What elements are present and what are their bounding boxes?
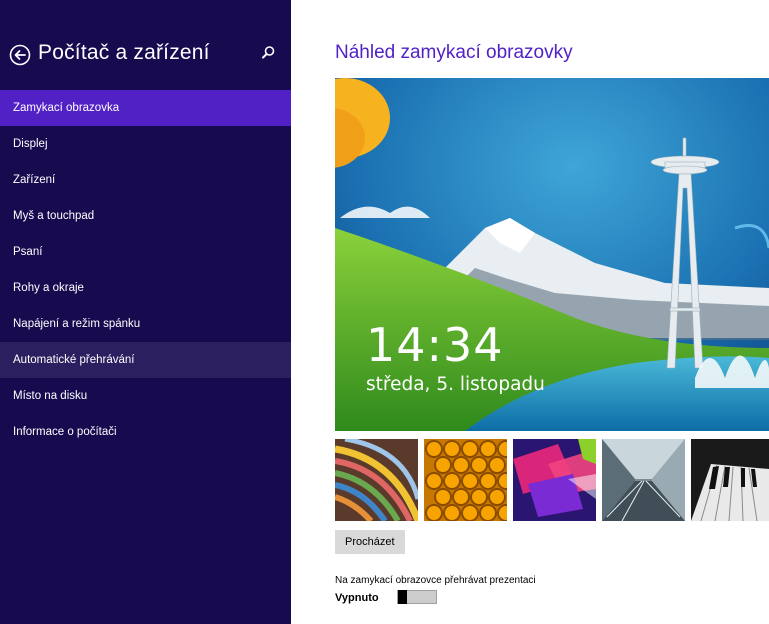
sidebar-header: Počítač a zařízení — [0, 40, 291, 74]
toggle-thumb[interactable] — [398, 590, 407, 604]
sidebar-item-devices[interactable]: Zařízení — [0, 162, 291, 198]
sidebar-item-power-sleep[interactable]: Napájení a režim spánku — [0, 306, 291, 342]
slideshow-toggle-state: Vypnuto — [335, 592, 379, 604]
browse-button[interactable]: Procházet — [335, 530, 405, 554]
lock-screen-preview: 14:34 středa, 5. listopadu — [335, 78, 769, 431]
thumbnail-honeycomb[interactable] — [424, 439, 507, 521]
slideshow-toggle[interactable] — [397, 590, 437, 604]
page-title: Náhled zamykací obrazovky — [335, 42, 573, 63]
back-arrow-icon[interactable] — [9, 44, 31, 66]
thumbnail-piano[interactable] — [691, 439, 769, 521]
sidebar-item-disk-space[interactable]: Místo na disku — [0, 378, 291, 414]
background-thumbnails — [335, 439, 769, 521]
slideshow-label: Na zamykací obrazovce přehrávat prezenta… — [335, 575, 536, 586]
thumbnail-abstract-shapes[interactable] — [513, 439, 596, 521]
sidebar-title: Počítač a zařízení — [38, 41, 210, 64]
sidebar-item-mouse-touchpad[interactable]: Myš a touchpad — [0, 198, 291, 234]
sidebar-item-typing[interactable]: Psaní — [0, 234, 291, 270]
sidebar-item-lock-screen[interactable]: Zamykací obrazovka — [0, 90, 291, 126]
nav-list: Zamykací obrazovka Displej Zařízení Myš … — [0, 90, 291, 450]
sidebar-item-display[interactable]: Displej — [0, 126, 291, 162]
thumbnail-tunnel[interactable] — [602, 439, 685, 521]
sidebar-item-autoplay[interactable]: Automatické přehrávání — [0, 342, 291, 378]
sidebar-item-corners-edges[interactable]: Rohy a okraje — [0, 270, 291, 306]
lock-screen-date: středa, 5. listopadu — [366, 374, 545, 395]
thumbnail-ribbons[interactable] — [335, 439, 418, 521]
sidebar-item-pc-info[interactable]: Informace o počítači — [0, 414, 291, 450]
search-icon[interactable] — [259, 44, 277, 62]
lock-screen-time: 14:34 — [366, 318, 504, 372]
sidebar: Počítač a zařízení Zamykací obrazovka Di… — [0, 0, 291, 624]
main-content: Náhled zamykací obrazovky 14:34 středa, … — [291, 0, 769, 624]
